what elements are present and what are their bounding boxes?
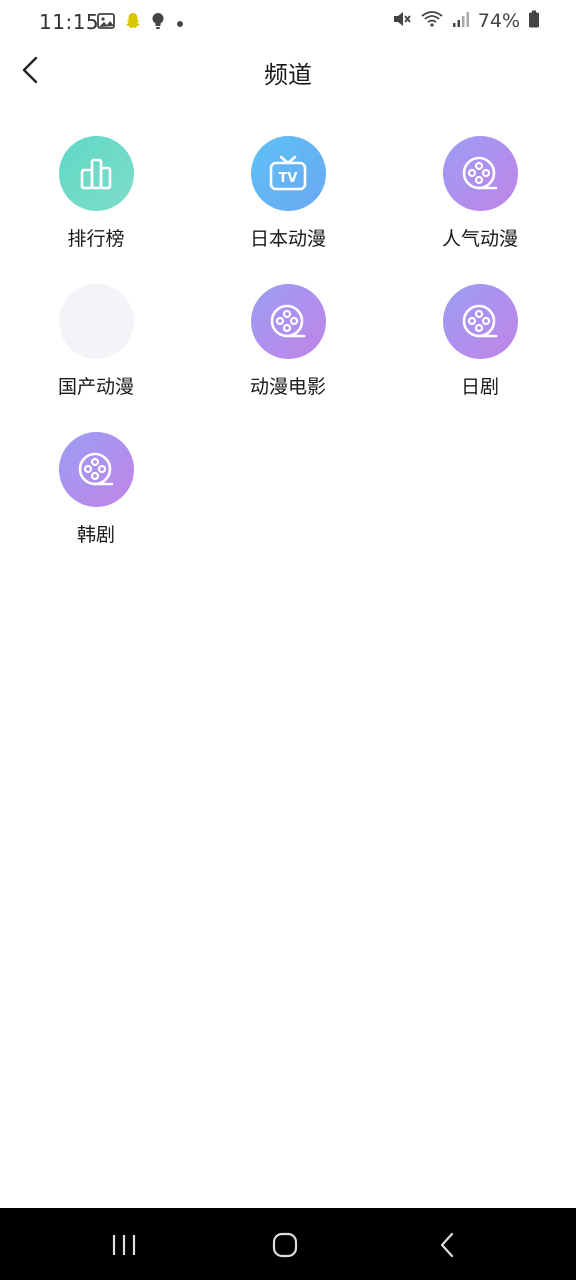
channel-item-japanese-drama[interactable]: 日剧 — [400, 284, 560, 414]
header: 频道 — [0, 46, 576, 96]
channel-icon-circle — [442, 284, 518, 359]
channel-item-ranking[interactable]: 排行榜 — [16, 136, 176, 266]
home-icon — [272, 1232, 298, 1258]
channel-item-domestic-anime[interactable]: 国产动漫 — [16, 284, 176, 414]
system-back-icon — [440, 1232, 454, 1258]
page-title: 频道 — [264, 61, 312, 89]
signal-icon — [452, 10, 470, 32]
channel-item-anime-movies[interactable]: 动漫电影 — [208, 284, 368, 414]
recent-apps-button[interactable] — [104, 1228, 144, 1262]
dot-icon — [175, 14, 185, 33]
channel-label: 国产动漫 — [57, 376, 134, 398]
channel-label: 日剧 — [460, 376, 499, 398]
film-reel-icon — [78, 452, 114, 485]
tv-icon: TV — [269, 155, 307, 190]
gallery-icon — [97, 12, 115, 34]
bulb-icon — [151, 12, 165, 34]
channel-icon-placeholder — [58, 284, 134, 359]
channel-icon-circle — [250, 284, 326, 359]
recent-apps-icon — [112, 1235, 136, 1255]
channel-label: 人气动漫 — [441, 228, 518, 250]
channel-label: 韩剧 — [76, 524, 115, 546]
home-button[interactable] — [265, 1228, 305, 1262]
film-reel-icon — [270, 304, 306, 337]
notification-icons — [97, 12, 185, 34]
channel-label: 日本动漫 — [249, 228, 326, 250]
mute-icon — [392, 10, 412, 32]
channel-icon-circle — [442, 136, 518, 211]
snapchat-icon — [125, 12, 141, 34]
system-back-button[interactable] — [427, 1228, 467, 1262]
system-nav-bar — [0, 1208, 576, 1280]
bar-chart-icon — [80, 158, 112, 189]
svg-text:TV: TV — [279, 171, 298, 186]
wifi-icon — [420, 10, 444, 32]
channel-item-japanese-anime[interactable]: TV 日本动漫 — [208, 136, 368, 266]
channel-icon-circle: TV — [250, 136, 326, 211]
battery-icon — [528, 10, 540, 32]
battery-percent: 74% — [477, 10, 520, 32]
channel-item-popular-anime[interactable]: 人气动漫 — [400, 136, 560, 266]
status-time: 11:15 — [39, 10, 100, 34]
channel-label: 排行榜 — [67, 228, 125, 250]
film-reel-icon — [462, 156, 498, 189]
status-right: 74% — [392, 10, 540, 32]
status-bar: 11:15 74% — [0, 0, 576, 46]
film-reel-icon — [462, 304, 498, 337]
channel-label: 动漫电影 — [249, 376, 326, 398]
channel-item-korean-drama[interactable]: 韩剧 — [16, 432, 176, 562]
channel-icon-circle — [58, 136, 134, 211]
channel-icon-circle — [58, 432, 134, 507]
